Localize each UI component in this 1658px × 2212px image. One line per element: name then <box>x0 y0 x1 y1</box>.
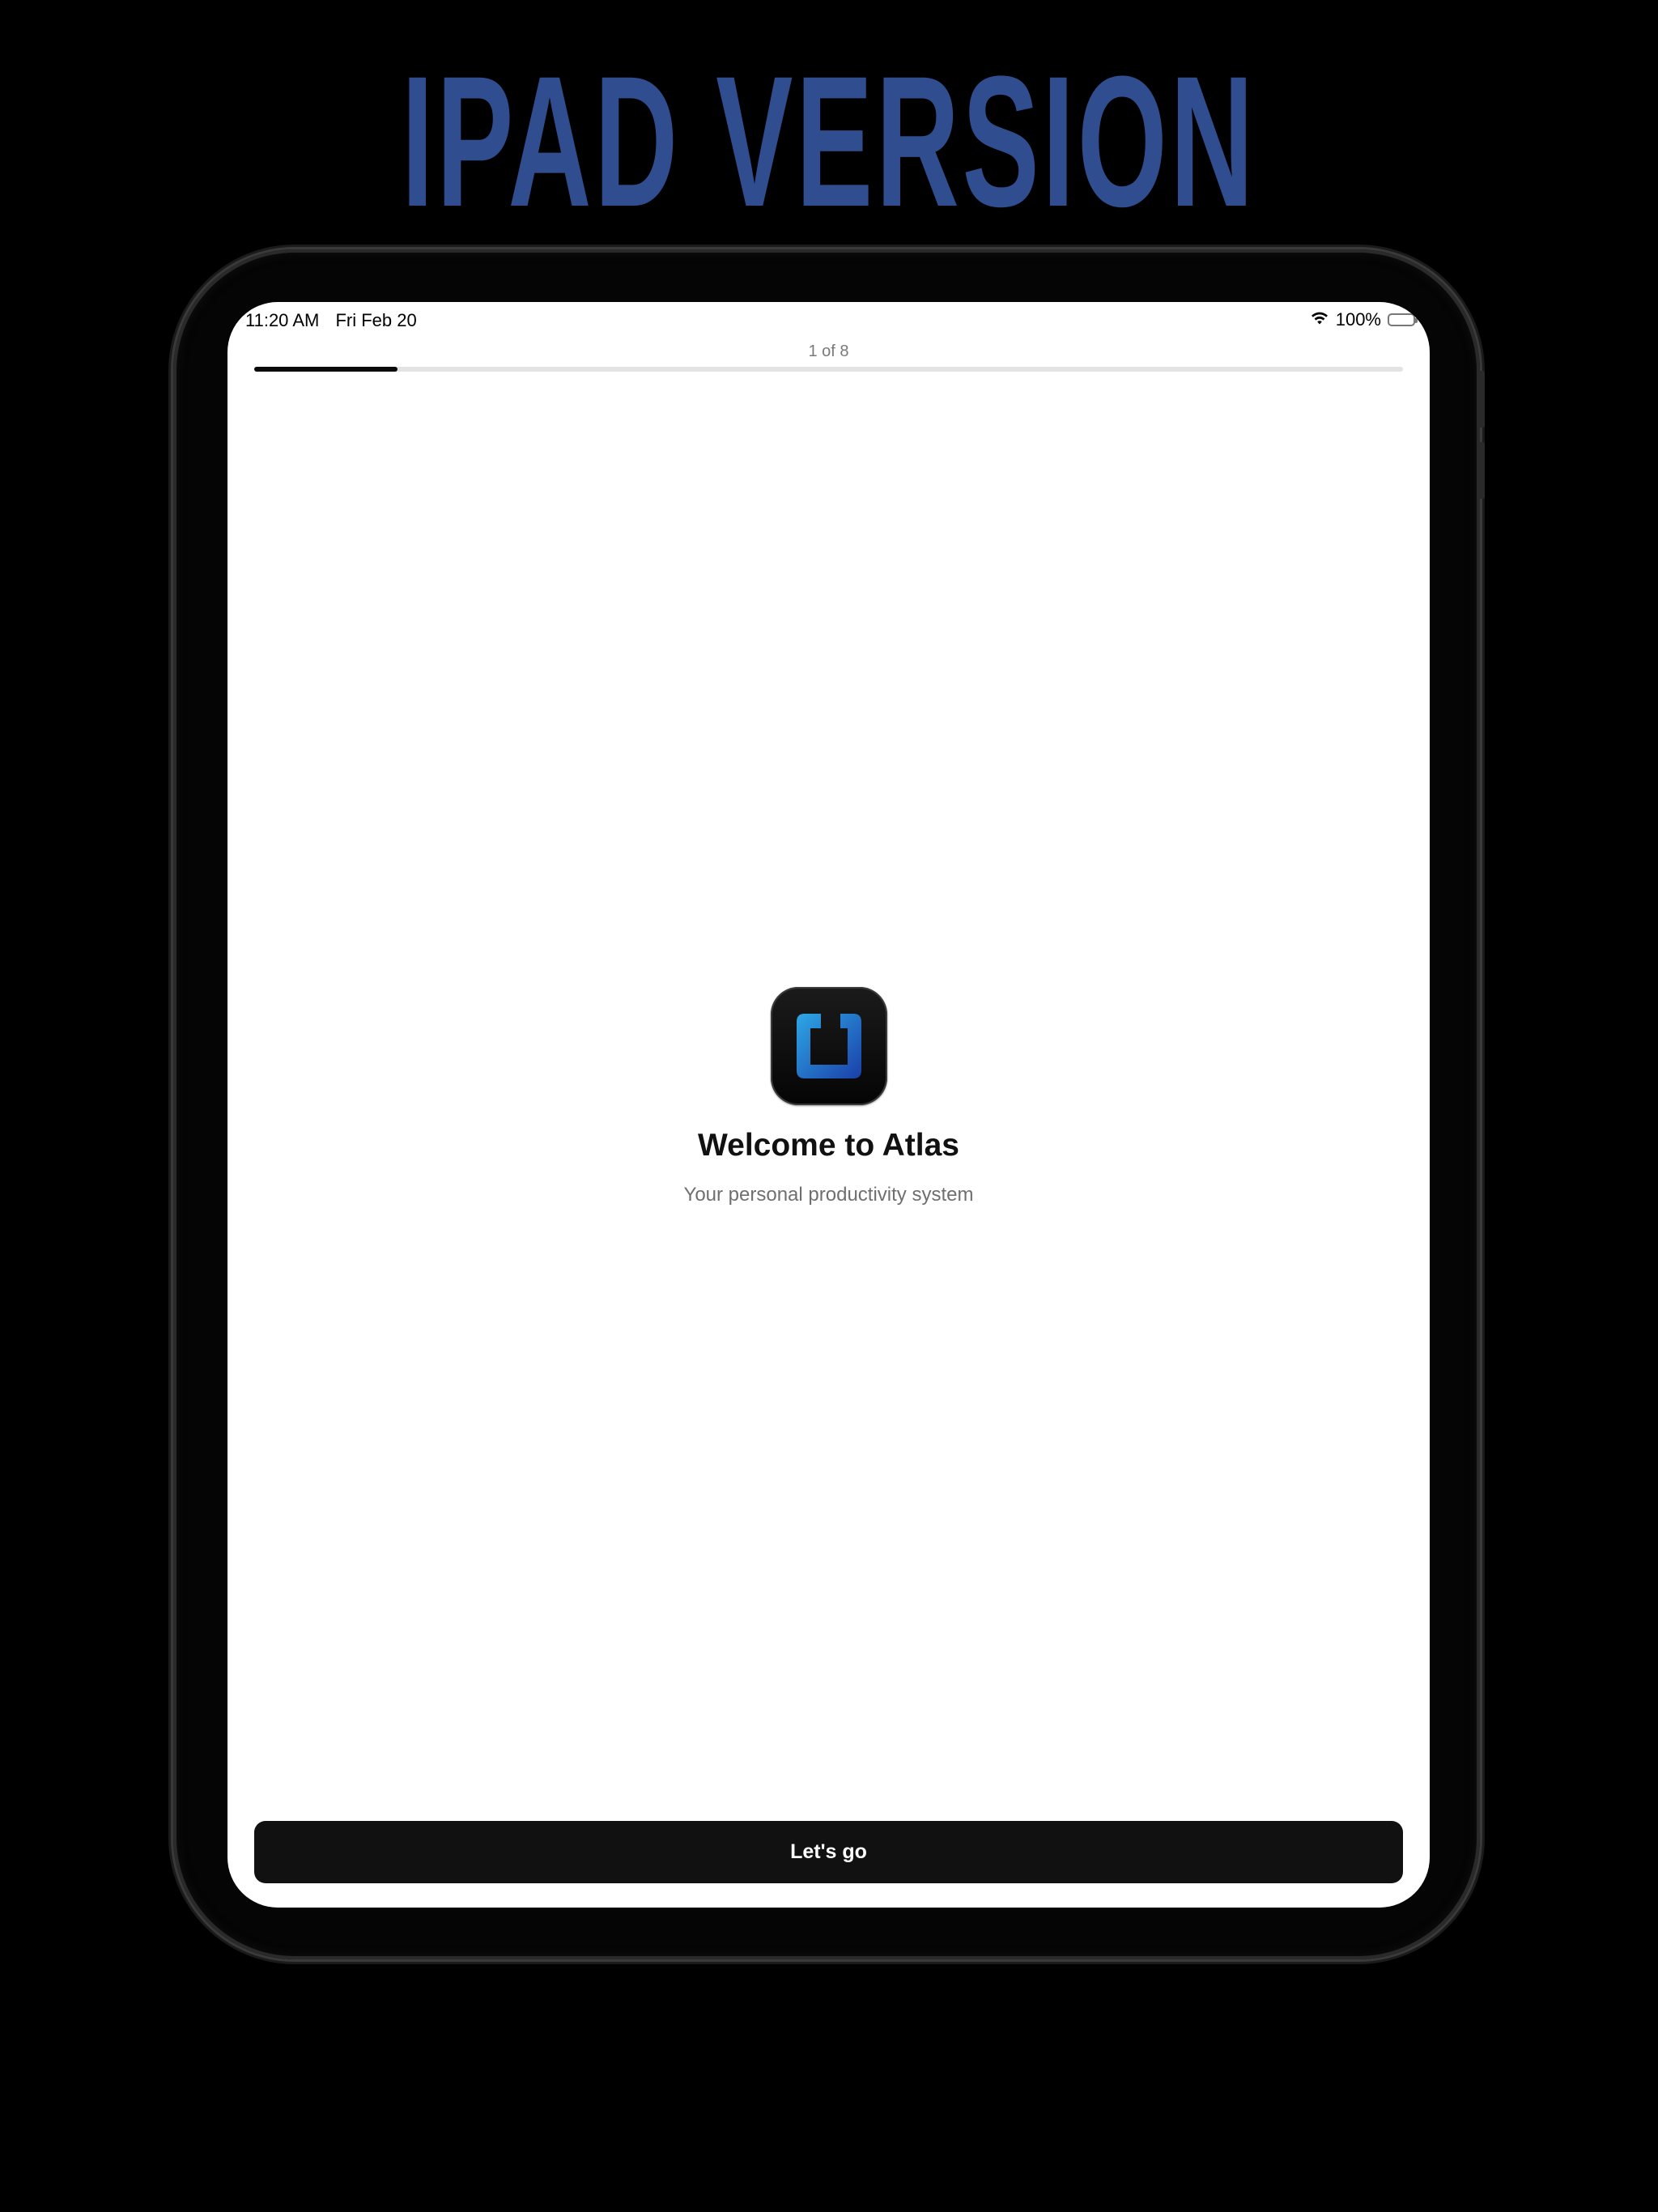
battery-percentage: 100% <box>1335 309 1381 330</box>
status-time: 11:20 AM <box>245 310 320 330</box>
progress-fill <box>254 367 398 372</box>
status-indicators: 100% <box>1310 309 1418 330</box>
atlas-app-icon <box>771 987 887 1105</box>
step-indicator: 1 of 8 <box>808 342 849 360</box>
status-date: Fri Feb 20 <box>335 310 417 330</box>
lets-go-button[interactable]: Let's go <box>254 1821 1403 1883</box>
wifi-icon <box>1310 309 1329 330</box>
status-bar: 11:20 AM Fri Feb 20 100% <box>227 302 1430 341</box>
battery-icon <box>1388 313 1418 326</box>
volume-down-button <box>1478 442 1485 499</box>
ipad-screen: 11:20 AM Fri Feb 20 100% 1 of 8 Welcome … <box>227 302 1430 1908</box>
volume-up-button <box>1478 371 1485 428</box>
welcome-subtitle: Your personal productivity system <box>683 1184 974 1206</box>
status-time-date: 11:20 AM Fri Feb 20 <box>245 310 417 331</box>
welcome-title: Welcome to Atlas <box>698 1128 959 1163</box>
headline: IPAD VERSION <box>401 37 1257 245</box>
onboarding-progress-bar <box>254 367 1403 372</box>
